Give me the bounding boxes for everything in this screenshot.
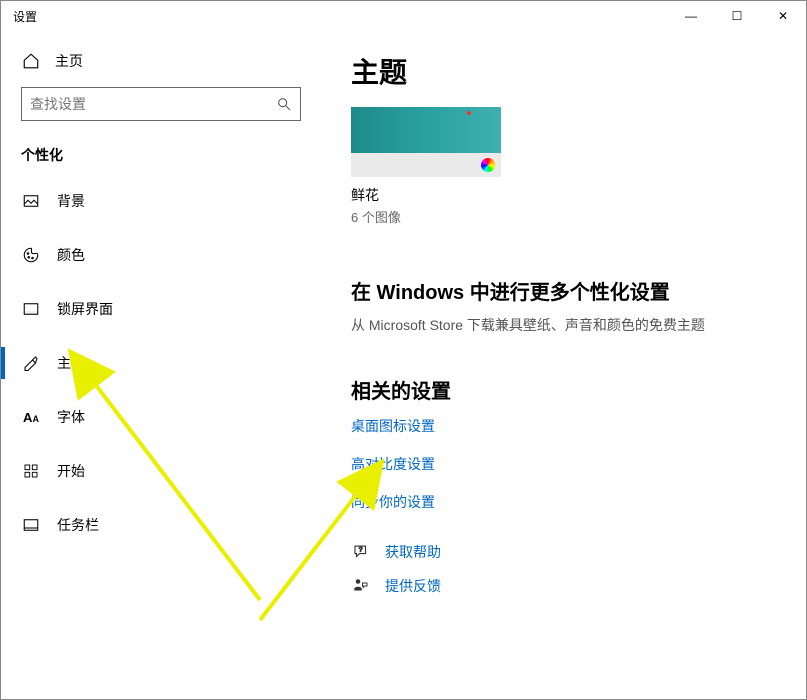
minimize-button[interactable]: —: [668, 1, 714, 31]
search-input[interactable]: [30, 96, 276, 112]
titlebar: 设置 — ☐ ✕: [1, 1, 806, 31]
sidebar-item-label: 颜色: [57, 245, 85, 265]
link-sync-settings[interactable]: 同步你的设置: [351, 492, 786, 512]
lockscreen-icon: [21, 300, 41, 318]
sidebar-item-label: 字体: [57, 407, 85, 427]
taskbar-icon: [21, 516, 41, 534]
home-icon: [21, 52, 41, 70]
color-wheel-icon: [481, 158, 495, 172]
more-text: 从 Microsoft Store 下载兼具壁纸、声音和颜色的免费主题: [351, 315, 786, 335]
get-help-label: 获取帮助: [385, 542, 441, 562]
close-icon: ✕: [778, 9, 788, 23]
sidebar-item-font[interactable]: AA 字体: [1, 395, 321, 439]
sidebar: 主页 个性化 背景 颜色 锁屏界面: [1, 31, 321, 699]
sidebar-item-label: 背景: [57, 191, 85, 211]
help-icon: ?: [351, 543, 371, 561]
sidebar-item-label: 开始: [57, 461, 85, 481]
window-title: 设置: [13, 8, 37, 25]
theme-preview[interactable]: 鲜花 6 个图像: [351, 107, 501, 226]
sidebar-item-label: 锁屏界面: [57, 299, 113, 319]
sidebar-item-label: 主题: [57, 353, 85, 373]
feedback-label: 提供反馈: [385, 576, 441, 596]
maximize-icon: ☐: [732, 9, 743, 23]
search-box[interactable]: [21, 87, 301, 121]
link-desktop-icons[interactable]: 桌面图标设置: [351, 416, 786, 436]
feedback-link[interactable]: 提供反馈: [351, 576, 786, 596]
sidebar-item-label: 任务栏: [57, 515, 99, 535]
search-icon: [276, 96, 292, 112]
home-label: 主页: [55, 51, 83, 71]
maximize-button[interactable]: ☐: [714, 1, 760, 31]
more-heading: 在 Windows 中进行更多个性化设置: [351, 276, 786, 305]
page-title: 主题: [351, 51, 786, 91]
start-icon: [21, 463, 41, 479]
theme-name: 鲜花: [351, 185, 501, 205]
sidebar-item-background[interactable]: 背景: [1, 179, 321, 223]
main-content: 主题 鲜花 6 个图像 在 Windows 中进行更多个性化设置 从 Micro…: [321, 31, 806, 699]
image-icon: [21, 192, 41, 210]
theme-accent-bar: [351, 153, 501, 177]
home-button[interactable]: 主页: [1, 41, 321, 81]
sidebar-item-theme[interactable]: 主题: [1, 341, 321, 385]
get-help-link[interactable]: ? 获取帮助: [351, 542, 786, 562]
sidebar-item-color[interactable]: 颜色: [1, 233, 321, 277]
theme-thumbnail: [351, 107, 501, 153]
close-button[interactable]: ✕: [760, 1, 806, 31]
sidebar-item-lockscreen[interactable]: 锁屏界面: [1, 287, 321, 331]
section-label: 个性化: [1, 139, 321, 179]
feedback-icon: [351, 577, 371, 595]
font-icon: AA: [21, 410, 41, 425]
palette-icon: [21, 246, 41, 264]
minimize-icon: —: [685, 9, 697, 23]
theme-icon: [21, 354, 41, 372]
related-heading: 相关的设置: [351, 375, 786, 404]
link-high-contrast[interactable]: 高对比度设置: [351, 454, 786, 474]
sidebar-item-start[interactable]: 开始: [1, 449, 321, 493]
sidebar-item-taskbar[interactable]: 任务栏: [1, 503, 321, 547]
svg-text:?: ?: [359, 546, 363, 553]
theme-info: 6 个图像: [351, 207, 501, 226]
